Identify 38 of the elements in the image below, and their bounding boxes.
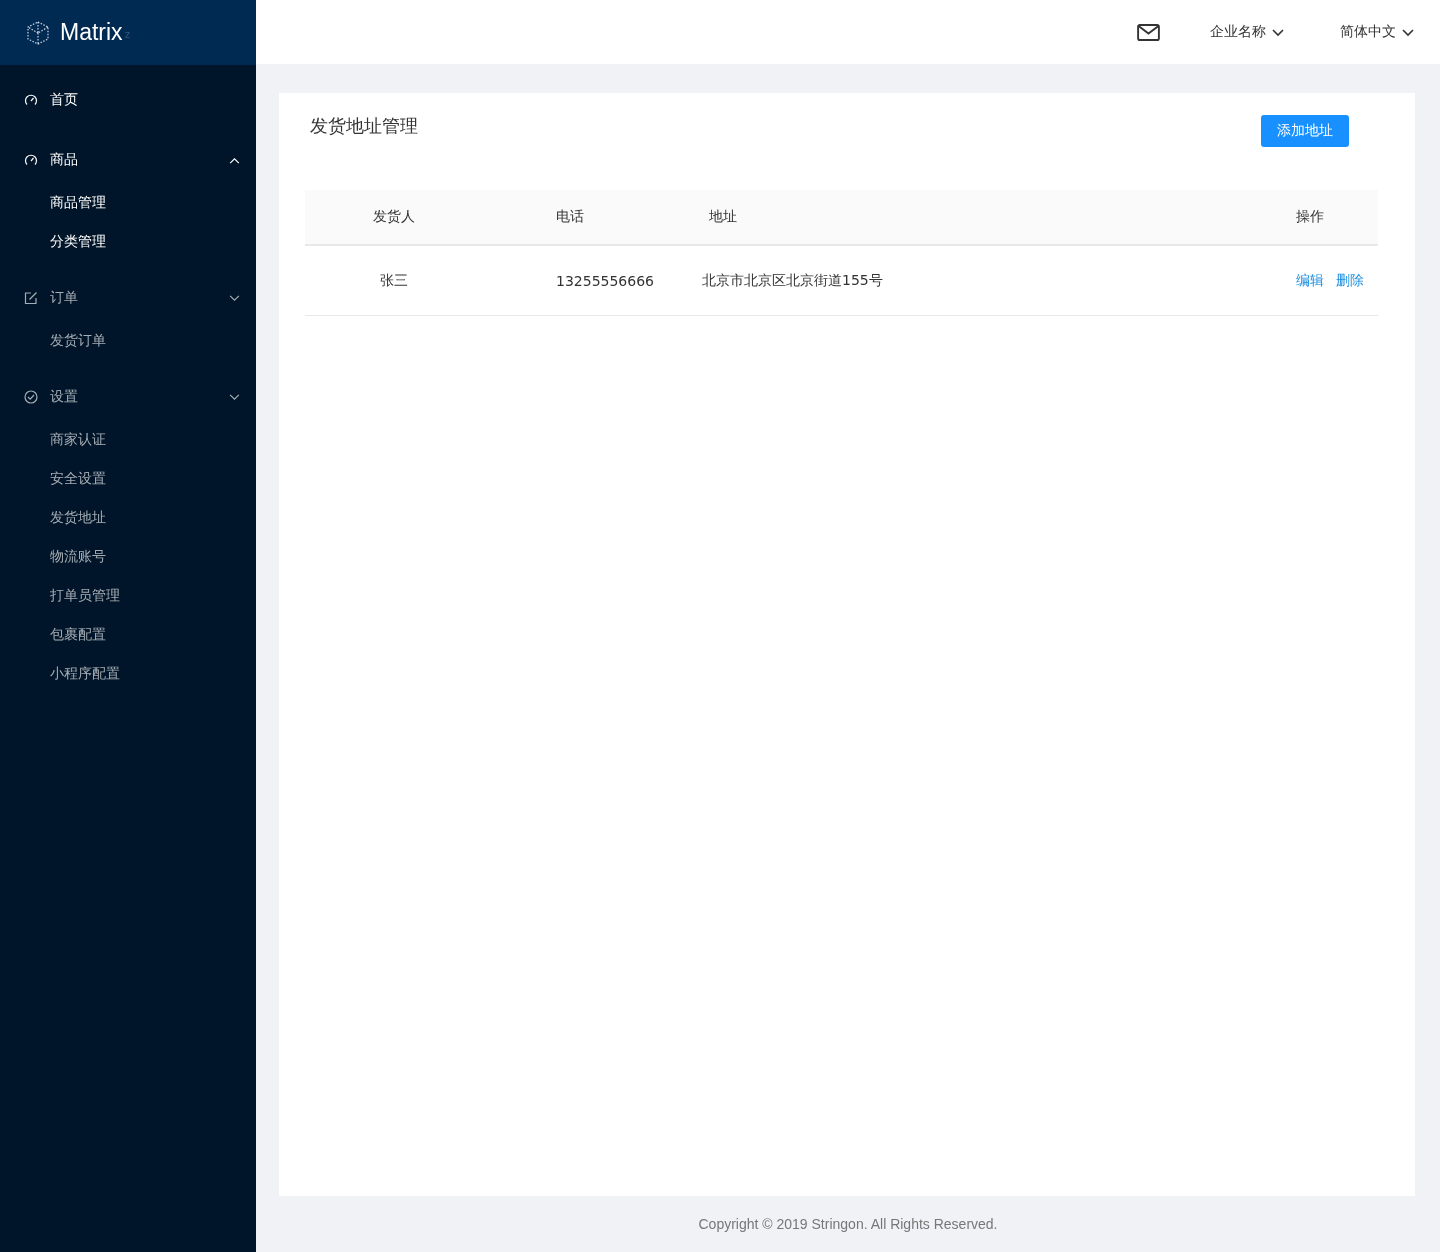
column-header: 发货人 — [372, 208, 415, 224]
submenu-item[interactable]: 分类管理 — [0, 224, 256, 259]
column-header: 电话 — [556, 208, 584, 224]
submenu-item[interactable]: 商品管理 — [0, 185, 256, 220]
submenu-item[interactable]: 包裹配置 — [0, 617, 256, 652]
column-header: 地址 — [708, 208, 737, 224]
submenu-item[interactable]: 物流账号 — [0, 539, 256, 574]
table-cell: 13255556666 — [556, 272, 654, 289]
submenu-item[interactable]: 发货地址 — [0, 500, 256, 535]
submenu-item[interactable]: 小程序配置 — [0, 656, 256, 691]
copyright-text: Copyright © 2019 Stringon. All Rights Reserved. — [698, 1216, 998, 1232]
submenu-item[interactable]: 商家认证 — [0, 422, 256, 457]
company-dropdown[interactable]: 企业名称 — [1210, 23, 1284, 41]
row-action-link[interactable]: 编辑 — [1296, 271, 1324, 288]
gauge-icon — [24, 153, 38, 167]
table-cell: 张三 — [379, 271, 408, 288]
menu-item[interactable]: 商品 — [0, 139, 256, 181]
mail-icon[interactable] — [1137, 23, 1160, 41]
column-header: 操作 — [1296, 208, 1324, 224]
submenu-item[interactable]: 发货订单 — [0, 323, 256, 358]
chevron-down-icon — [1402, 28, 1414, 37]
page-title: 发货地址管理 — [310, 115, 418, 137]
logo-text: Matrix — [60, 19, 123, 46]
chevron-icon — [229, 156, 240, 164]
table-cell: 北京市北京区北京街道155号 — [702, 271, 883, 288]
chevron-icon — [229, 393, 240, 401]
check-circle-icon — [24, 390, 38, 404]
gauge-icon — [24, 93, 38, 107]
language-dropdown[interactable]: 简体中文 — [1340, 23, 1414, 41]
menu-item[interactable]: 设置 — [0, 376, 256, 418]
chevron-icon — [229, 294, 240, 302]
edit-icon — [24, 291, 38, 305]
menu-item[interactable]: 订单 — [0, 277, 256, 319]
menu-item[interactable]: 首页 — [0, 79, 256, 121]
row-action-link[interactable]: 删除 — [1336, 271, 1364, 288]
submenu-item[interactable]: 安全设置 — [0, 461, 256, 496]
chevron-down-icon — [1272, 28, 1284, 37]
submenu-item[interactable]: 打单员管理 — [0, 578, 256, 613]
